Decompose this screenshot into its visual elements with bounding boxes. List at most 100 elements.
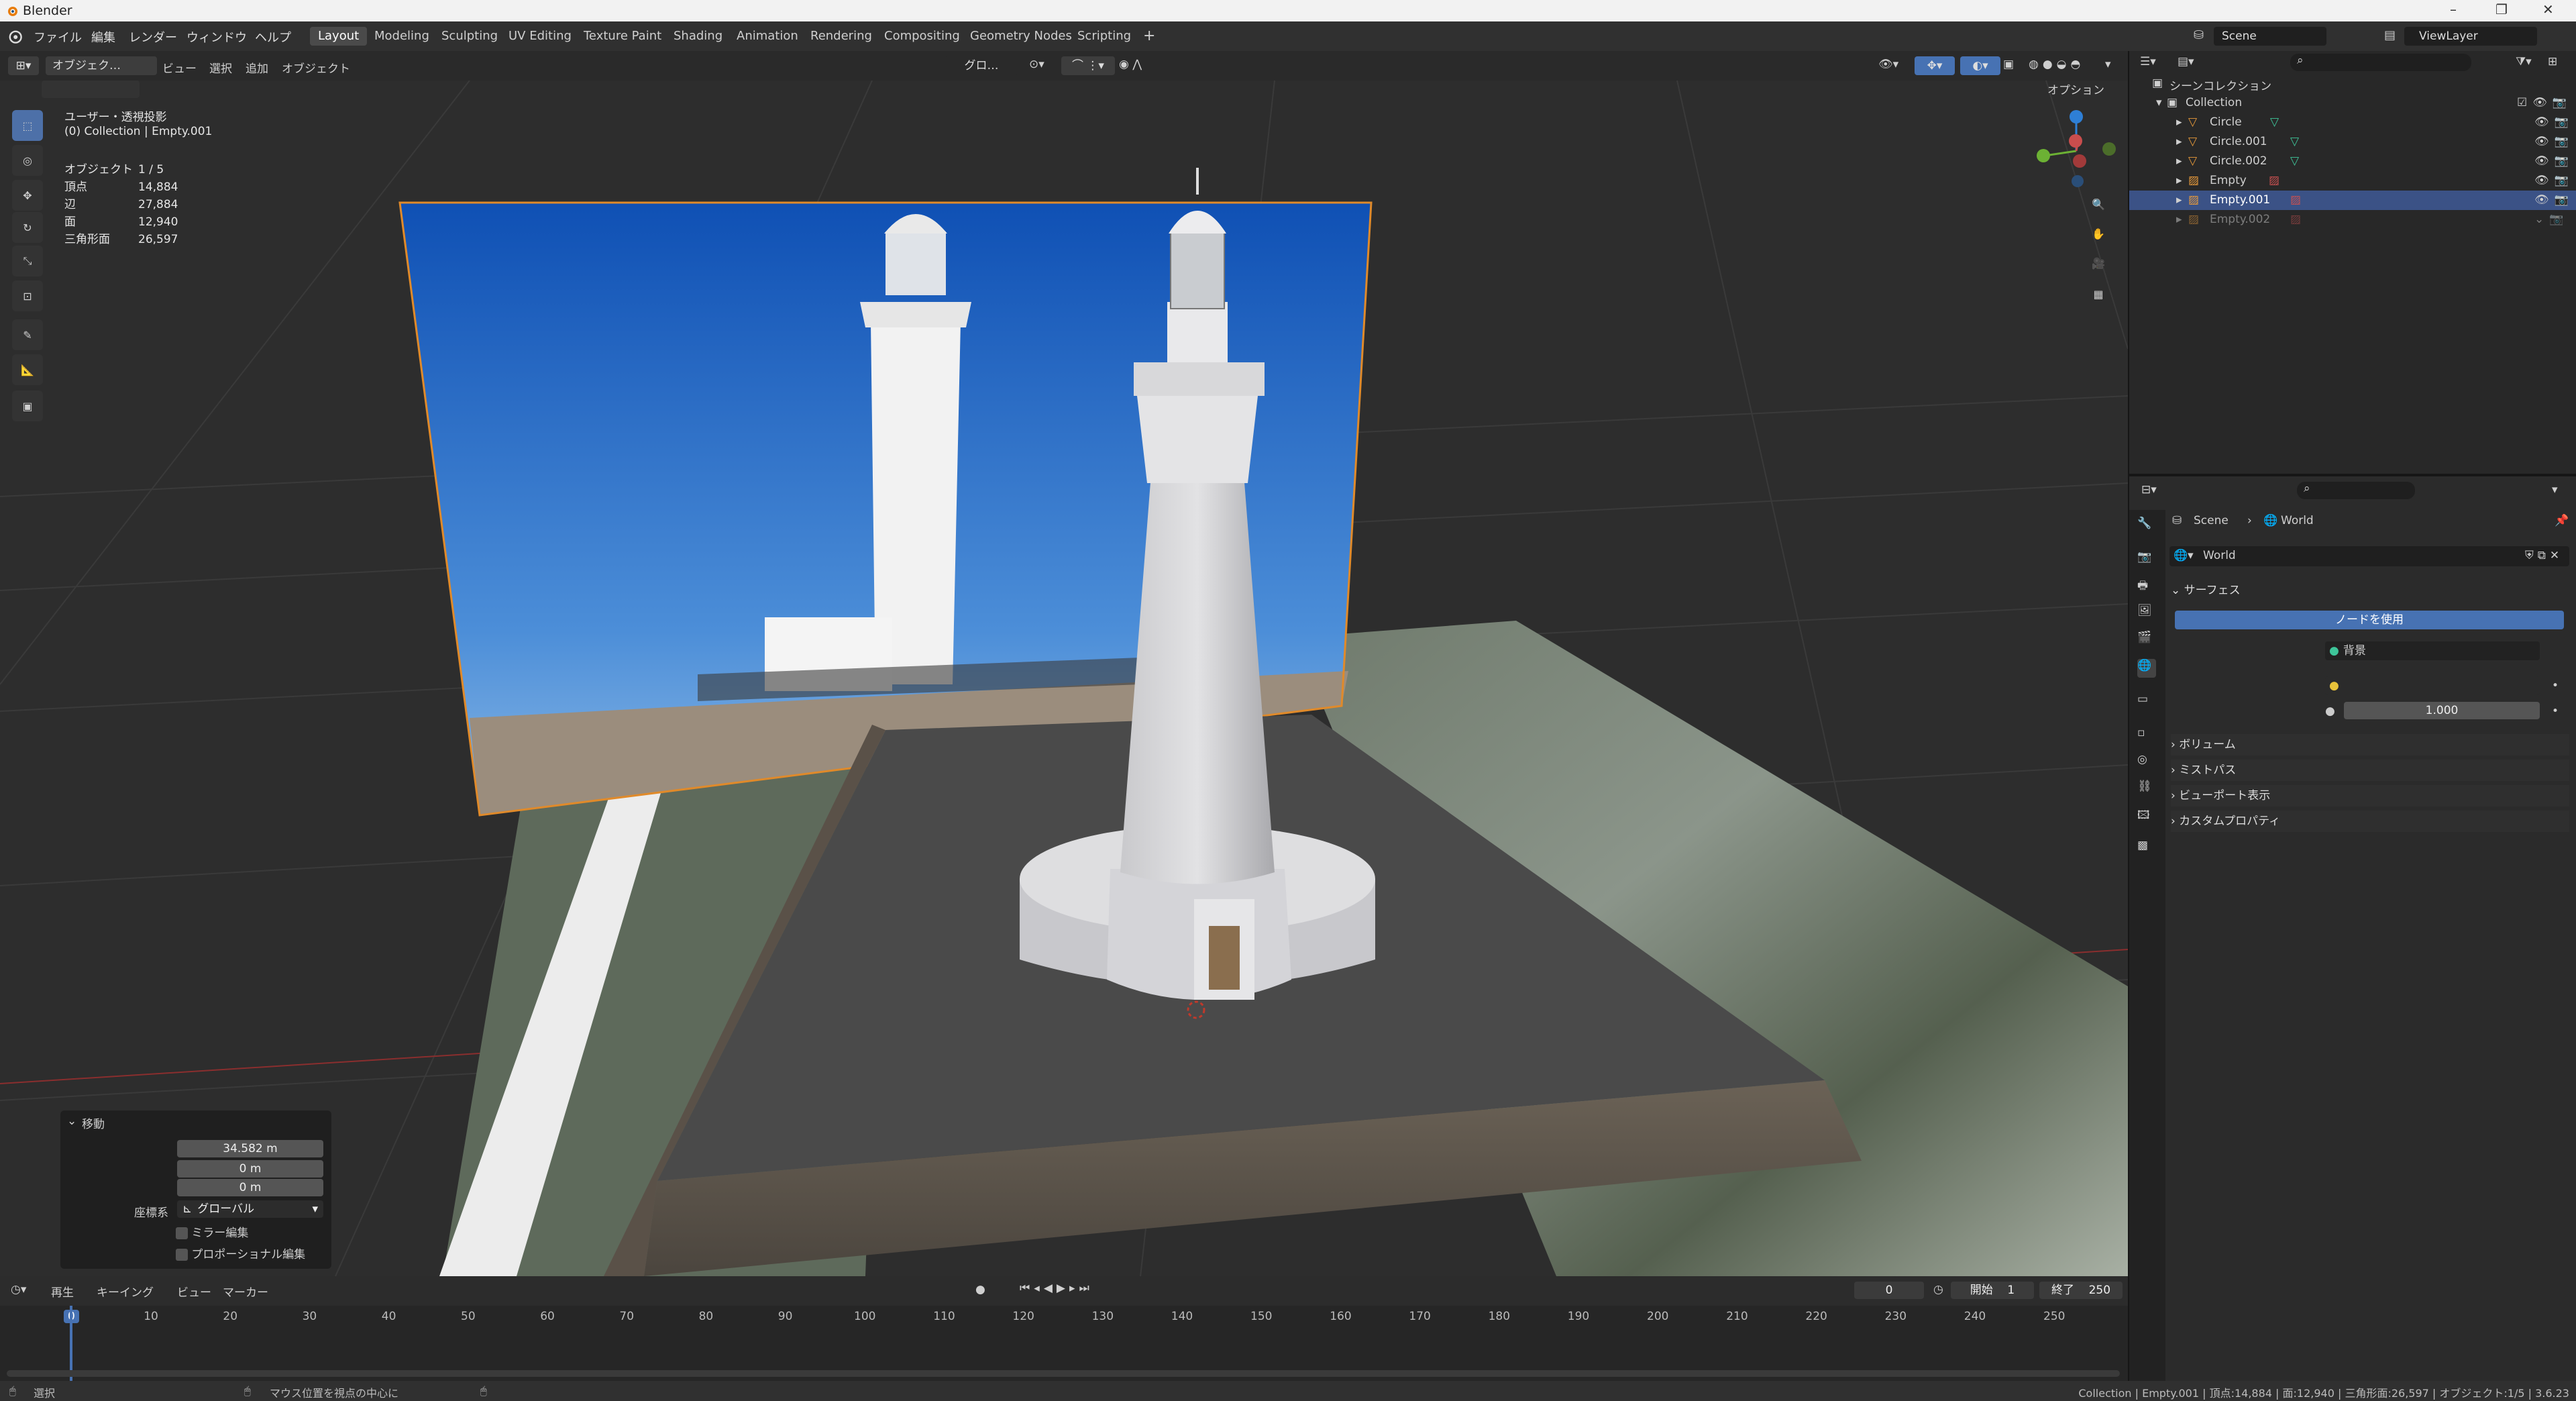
viewport-display-section-header[interactable]: › ビューポート表示 [2171, 785, 2569, 807]
editor-type-icon[interactable]: ⊞▾ [8, 56, 39, 75]
filter-icon[interactable]: ⧩▾ [2516, 55, 2532, 68]
tab-scripting[interactable]: Scripting [1069, 27, 1139, 46]
measure-tool-icon[interactable]: 📐 [12, 354, 43, 385]
menu-object[interactable]: オブジェクト [282, 59, 350, 76]
menu-playback[interactable]: 再生 [51, 1283, 74, 1300]
row-visibility-icons[interactable]: 👁📷 [2534, 193, 2574, 207]
blender-menu-icon[interactable] [7, 28, 23, 44]
overlay-toggle-icon[interactable]: ◐▾ [1960, 56, 2000, 75]
surface-shader-field[interactable]: ● 背景 [2325, 641, 2540, 660]
outliner-item[interactable]: ▸ ▽ Circle.002 ▽ 👁📷 [2129, 152, 2576, 171]
use-nodes-button[interactable]: ノードを使用 [2175, 611, 2564, 629]
pan-hand-icon[interactable]: ✋ [2086, 221, 2110, 246]
move-x-field[interactable]: 34.582 m [177, 1140, 323, 1157]
object-tab-icon[interactable]: ▫ [2137, 726, 2156, 745]
constraints-tab-icon[interactable]: ⛓ [2137, 780, 2156, 798]
tab-uv-editing[interactable]: UV Editing [500, 27, 580, 46]
mode-dropdown[interactable]: オブジェク… [46, 56, 157, 75]
tab-texture-paint[interactable]: Texture Paint [576, 27, 669, 46]
pin-icon[interactable]: 📌 [2555, 514, 2569, 527]
tool-tab-icon[interactable]: 🔧 [2137, 517, 2156, 535]
playback-controls-icon[interactable]: ⏮◂◀▶▸⏭ [1020, 1282, 1093, 1295]
select-box-tool-icon[interactable]: ⬚ [12, 110, 43, 141]
menu-timeline-view[interactable]: ビュー [177, 1283, 211, 1300]
tab-shading[interactable]: Shading [665, 27, 731, 46]
visibility-icon[interactable]: 👁▾ [1878, 58, 1898, 71]
tab-modeling[interactable]: Modeling [366, 27, 437, 46]
current-frame-field[interactable]: 0 [1854, 1282, 1924, 1299]
mist-pass-section-header[interactable]: › ミストパス [2171, 760, 2569, 781]
mirror-edit-checkbox[interactable]: ミラー編集 [176, 1223, 248, 1240]
menu-file[interactable]: ファイル [34, 28, 82, 46]
tab-compositing[interactable]: Compositing [876, 27, 968, 46]
tab-sculpting[interactable]: Sculpting [433, 27, 506, 46]
properties-editor-type-icon[interactable]: ⊟▾ [2141, 483, 2157, 497]
move-y-field[interactable]: 0 m [177, 1160, 323, 1178]
outliner-item-hidden[interactable]: ▸ ▨ Empty.002 ▨ ⌄📷 [2129, 210, 2576, 229]
annotate-tool-icon[interactable]: ✎ [12, 319, 43, 350]
menu-keying[interactable]: キーイング [97, 1283, 154, 1300]
timeline-scrollbar[interactable] [7, 1370, 2120, 1377]
output-tab-icon[interactable]: 🖶 [2137, 577, 2156, 596]
options-dropdown[interactable]: オプション [2047, 81, 2104, 97]
data-tab-icon[interactable]: 🖾 [2137, 807, 2156, 825]
tab-geometry-nodes[interactable]: Geometry Nodes [962, 27, 1080, 46]
row-visibility-icons[interactable]: ☑👁📷 [2517, 96, 2572, 109]
render-tab-icon[interactable]: 📷 [2137, 550, 2156, 569]
view-layer-selector[interactable]: ViewLayer [2404, 27, 2537, 46]
menu-window[interactable]: ウィンドウ [186, 28, 247, 46]
rotate-tool-icon[interactable]: ↻ [12, 212, 43, 243]
view-layer-tab-icon[interactable]: 🖼 [2137, 604, 2156, 623]
outliner-item-selected[interactable]: ▸ ▨ Empty.001 ▨ 👁📷 [2129, 191, 2576, 210]
record-icon[interactable]: ● [975, 1283, 985, 1296]
world-tab-icon[interactable]: 🌐 [2137, 659, 2156, 678]
gizmo-toggle-icon[interactable]: ✥▾ [1915, 56, 1955, 75]
ortho-toggle-icon[interactable]: ▦ [2086, 282, 2110, 306]
scene-tab-icon[interactable]: 🎬 [2137, 631, 2156, 650]
menu-help[interactable]: ヘルプ [255, 28, 291, 46]
shading-dropdown-icon[interactable]: ▾ [2105, 58, 2111, 71]
maximize-icon[interactable]: ❐ [2496, 1, 2508, 17]
start-frame-field[interactable]: 開始 1 [1951, 1282, 2034, 1299]
menu-add[interactable]: 追加 [246, 59, 268, 76]
xray-icon[interactable]: ▣ [2003, 58, 2014, 71]
move-tool-icon[interactable]: ✥ [12, 180, 43, 211]
panel-collapse-icon[interactable]: ⌄ [67, 1114, 76, 1128]
expand-icon[interactable]: ▾ [2156, 96, 2162, 109]
move-z-field[interactable]: 0 m [177, 1179, 323, 1196]
timeline-editor-type-icon[interactable]: ◷▾ [11, 1283, 26, 1296]
datablock-actions-icon[interactable]: ⛨⧉✕ [2525, 549, 2563, 562]
camera-view-icon[interactable]: 🎥 [2086, 251, 2110, 275]
menu-view[interactable]: ビュー [162, 59, 197, 76]
shading-modes-icon[interactable]: ◍●◒◓ [2029, 58, 2084, 71]
new-collection-icon[interactable]: ⊞ [2548, 55, 2557, 68]
snap-icon[interactable]: ⌒ ⋮▾ [1061, 56, 1115, 75]
display-mode-icon[interactable]: ▤▾ [2178, 55, 2194, 68]
row-visibility-icons[interactable]: 👁📷 [2534, 174, 2574, 187]
tab-animation[interactable]: Animation [729, 27, 806, 46]
outliner-item[interactable]: ▸ ▽ Circle.001 ▽ 👁📷 [2129, 132, 2576, 152]
color-keyframe-icon[interactable]: • [2552, 679, 2559, 692]
cursor-tool-icon[interactable]: ◎ [12, 145, 43, 176]
transform-orientation-dropdown[interactable]: グロ… [945, 56, 1018, 75]
properties-search-input[interactable]: ⌕ [2297, 482, 2415, 499]
proportional-edit-icon[interactable]: ◉ ⋀ [1119, 58, 1142, 71]
pivot-point-icon[interactable]: ⊙▾ [1029, 58, 1044, 71]
outliner-collection[interactable]: ▾ ▣ Collection ☑👁📷 [2129, 93, 2576, 113]
row-visibility-icons[interactable]: 👁📷 [2534, 154, 2574, 168]
outliner-scene-collection[interactable]: ▣ シーンコレクション [2129, 74, 2576, 93]
menu-select[interactable]: 選択 [209, 59, 232, 76]
transform-tool-icon[interactable]: ⊡ [12, 280, 43, 311]
menu-render[interactable]: レンダー [129, 28, 177, 46]
tab-layout[interactable]: Layout [310, 27, 368, 46]
properties-options-icon[interactable]: ▾ [2552, 483, 2558, 497]
outliner-item[interactable]: ▸ ▨ Empty ▨ 👁📷 [2129, 171, 2576, 191]
zoom-icon[interactable]: 🔍 [2086, 192, 2110, 216]
proportional-edit-checkbox[interactable]: プロポーショナル編集 [176, 1245, 305, 1261]
add-workspace-icon[interactable]: + [1135, 27, 1163, 46]
navigation-gizmo-icon[interactable] [2033, 107, 2120, 195]
row-visibility-icons[interactable]: 👁📷 [2534, 115, 2574, 129]
add-cube-tool-icon[interactable]: ▣ [12, 391, 43, 421]
surface-section-header[interactable]: ⌄ サーフェス [2171, 580, 2569, 601]
outliner-editor-type-icon[interactable]: ☰▾ [2140, 55, 2156, 68]
